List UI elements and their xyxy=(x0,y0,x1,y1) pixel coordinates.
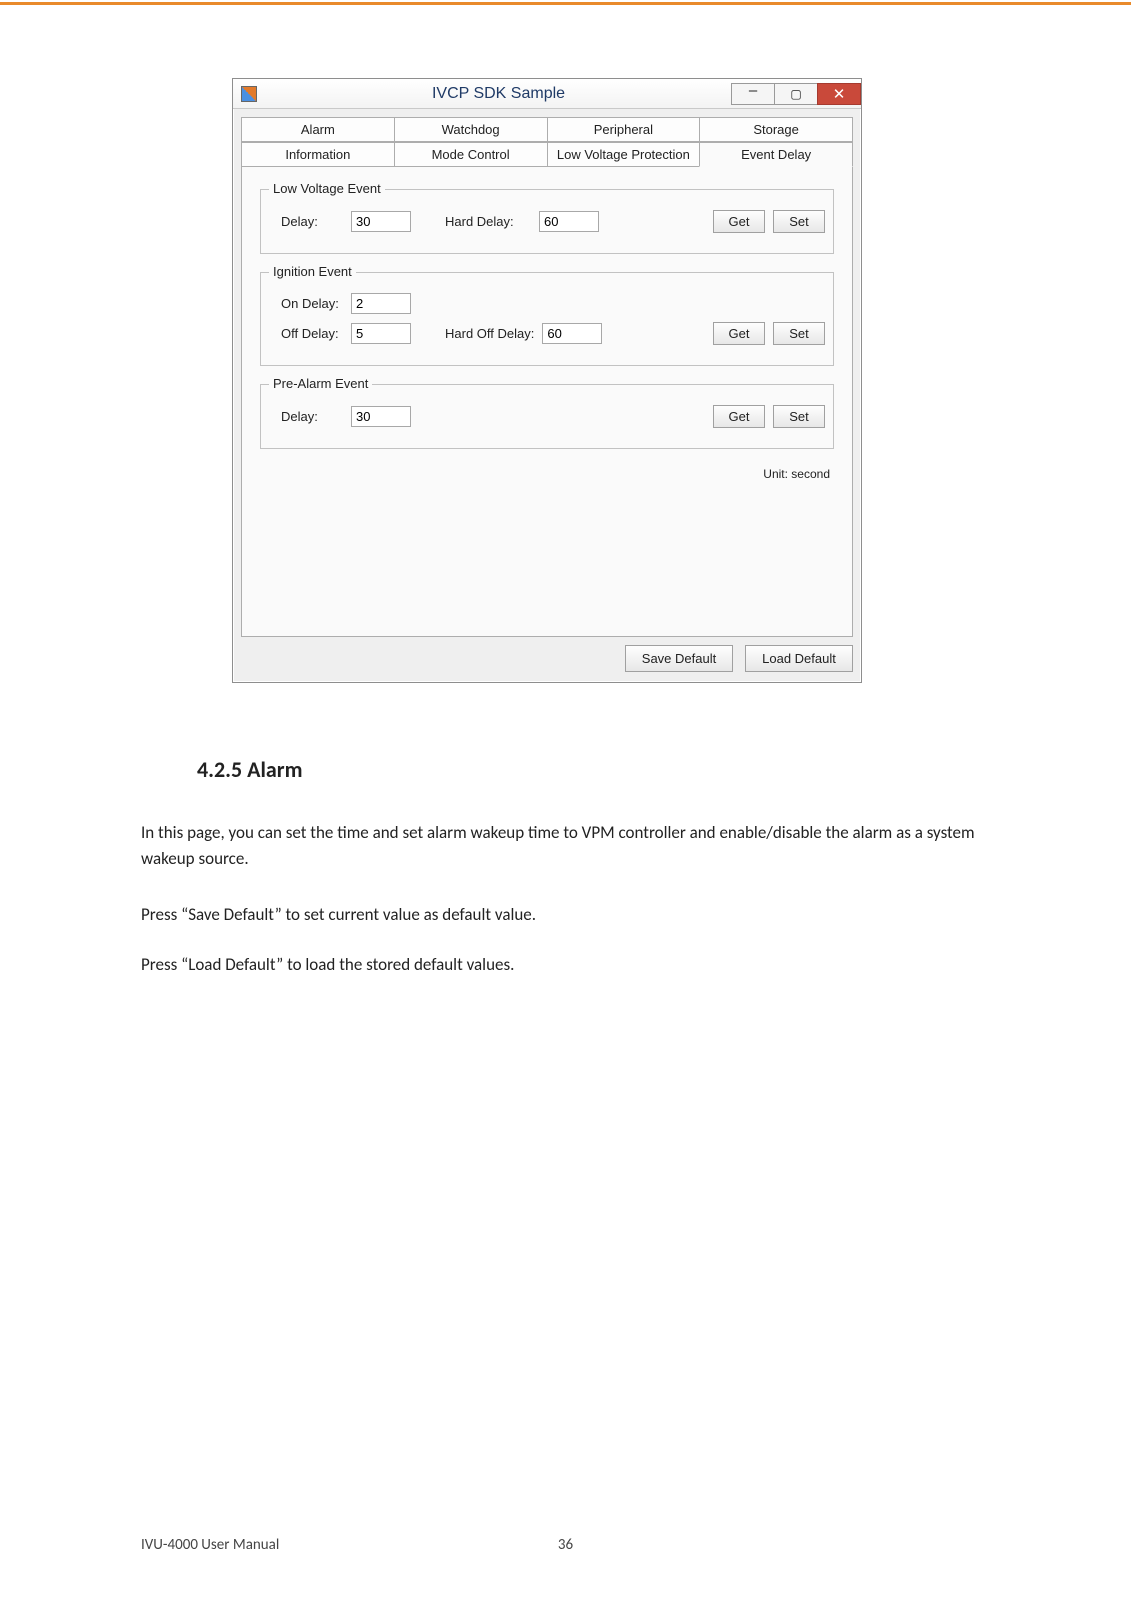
low-voltage-delay-label: Delay: xyxy=(281,214,343,229)
prealarm-set-button[interactable]: Set xyxy=(773,405,825,428)
ignition-set-button[interactable]: Set xyxy=(773,322,825,345)
section-heading: 4.2.5 Alarm xyxy=(197,756,303,783)
low-voltage-hard-delay-label: Hard Delay: xyxy=(445,214,531,229)
minimize-button[interactable] xyxy=(731,83,775,105)
ignition-on-delay-input[interactable] xyxy=(351,293,411,314)
tab-information[interactable]: Information xyxy=(241,142,395,167)
low-voltage-get-button[interactable]: Get xyxy=(713,210,765,233)
tab-storage[interactable]: Storage xyxy=(699,117,853,142)
group-ignition: Ignition Event On Delay: Off Delay: Hard… xyxy=(260,272,834,366)
tab-alarm[interactable]: Alarm xyxy=(241,117,395,142)
group-prealarm: Pre-Alarm Event Delay: Get Set xyxy=(260,384,834,449)
load-default-button[interactable]: Load Default xyxy=(745,645,853,672)
unit-note: Unit: second xyxy=(260,467,834,481)
tab-body: Low Voltage Event Delay: Hard Delay: Get… xyxy=(241,167,853,637)
ignition-hard-off-input[interactable] xyxy=(542,323,602,344)
group-title-low-voltage: Low Voltage Event xyxy=(269,181,385,196)
group-low-voltage: Low Voltage Event Delay: Hard Delay: Get… xyxy=(260,189,834,254)
ignition-off-delay-input[interactable] xyxy=(351,323,411,344)
tab-peripheral[interactable]: Peripheral xyxy=(547,117,701,142)
paragraph-1: In this page, you can set the time and s… xyxy=(141,820,1021,871)
titlebar: IVCP SDK Sample xyxy=(233,79,861,109)
low-voltage-hard-delay-input[interactable] xyxy=(539,211,599,232)
ignition-get-button[interactable]: Get xyxy=(713,322,765,345)
app-window: IVCP SDK Sample Alarm Watchdog Periphera… xyxy=(232,78,862,683)
low-voltage-set-button[interactable]: Set xyxy=(773,210,825,233)
app-icon xyxy=(241,86,257,102)
maximize-button[interactable] xyxy=(774,83,818,105)
tab-low-voltage-protection[interactable]: Low Voltage Protection xyxy=(547,142,701,167)
group-title-prealarm: Pre-Alarm Event xyxy=(269,376,372,391)
ignition-on-delay-label: On Delay: xyxy=(281,296,343,311)
ignition-hard-off-label: Hard Off Delay: xyxy=(445,326,534,341)
bottom-bar: Save Default Load Default xyxy=(241,645,853,672)
paragraph-2: Press “Save Default” to set current valu… xyxy=(141,902,1021,928)
close-button[interactable] xyxy=(817,83,861,105)
page-container: IVCP SDK Sample Alarm Watchdog Periphera… xyxy=(0,0,1131,1624)
tab-event-delay[interactable]: Event Delay xyxy=(699,142,853,167)
tab-strip: Alarm Watchdog Peripheral Storage Inform… xyxy=(241,117,853,167)
prealarm-delay-input[interactable] xyxy=(351,406,411,427)
group-title-ignition: Ignition Event xyxy=(269,264,356,279)
prealarm-delay-label: Delay: xyxy=(281,409,343,424)
tab-watchdog[interactable]: Watchdog xyxy=(394,117,548,142)
save-default-button[interactable]: Save Default xyxy=(625,645,733,672)
ignition-off-delay-label: Off Delay: xyxy=(281,326,343,341)
footer-manual-title: IVU-4000 User Manual xyxy=(141,1536,279,1554)
window-title: IVCP SDK Sample xyxy=(265,85,732,103)
low-voltage-delay-input[interactable] xyxy=(351,211,411,232)
window-buttons xyxy=(732,83,861,105)
paragraph-3: Press “Load Default” to load the stored … xyxy=(141,952,1021,978)
prealarm-get-button[interactable]: Get xyxy=(713,405,765,428)
footer-page-number: 36 xyxy=(558,1536,573,1554)
tab-mode-control[interactable]: Mode Control xyxy=(394,142,548,167)
